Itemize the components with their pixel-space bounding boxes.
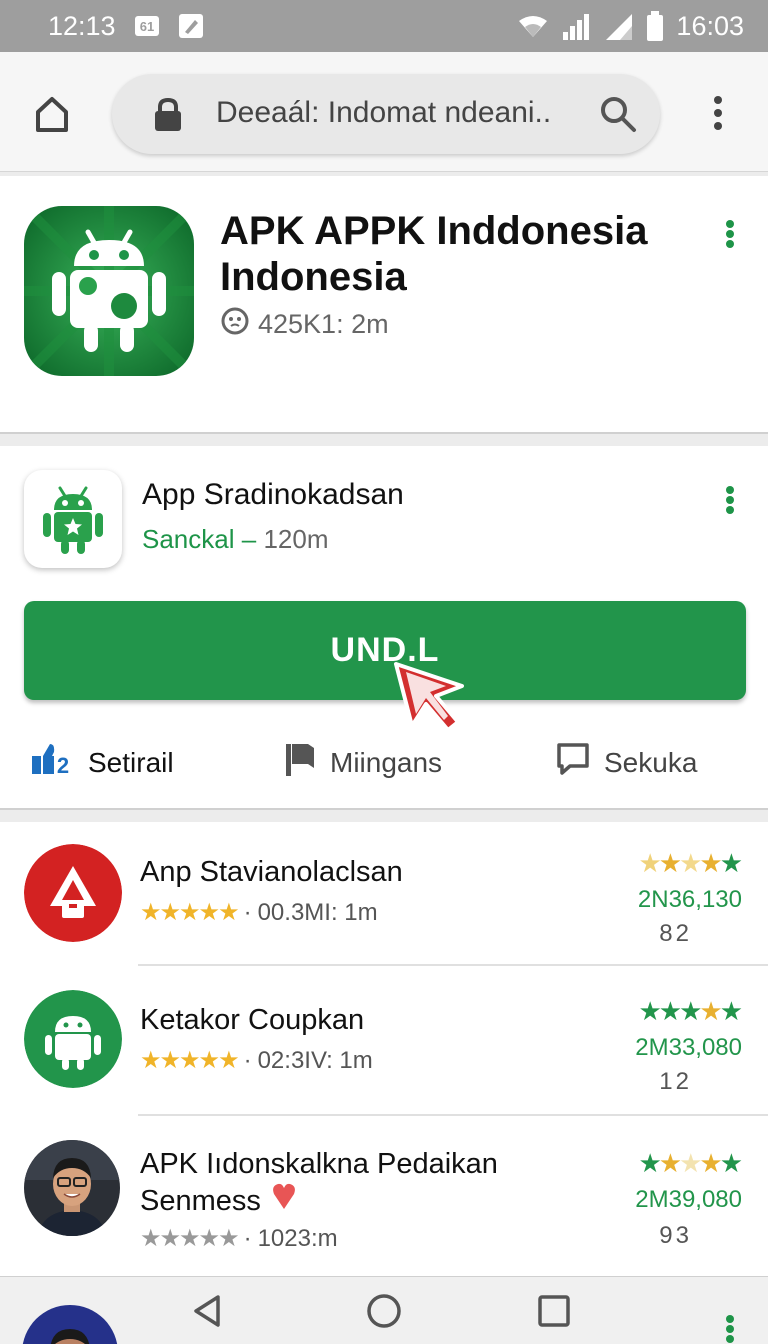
notification-badge-text: 61 <box>139 19 153 34</box>
hero-meta: 425K1: 2m <box>220 306 389 343</box>
action-label: Setirail <box>88 746 174 778</box>
rating-stars: ★★★★★ <box>140 1047 240 1074</box>
clock-icon <box>220 306 250 343</box>
app-list-icon <box>24 990 122 1088</box>
status-time-right: 16:03 <box>676 10 744 41</box>
list-item-subtitle: Senmess <box>140 1182 297 1219</box>
action-label: Miingans <box>330 746 443 778</box>
search-icon[interactable] <box>598 94 638 134</box>
action-sekuka[interactable]: Sekuka <box>556 742 697 783</box>
list-item-title: Anp Stavianolaclsan <box>140 856 403 888</box>
install-button[interactable]: UND.L <box>24 601 746 700</box>
rating-count: 93 <box>659 1222 692 1249</box>
status-bar: 12:13 61 16:03 <box>0 0 768 52</box>
android-app-icon <box>24 206 194 376</box>
action-miingans[interactable]: Miingans <box>284 742 442 783</box>
rating-stars-right: ★★★★★ <box>638 1148 743 1178</box>
app-detail-card: App Sradinokadsan Sanckal – 120m UND.L 2… <box>0 446 768 810</box>
app-icon <box>24 470 122 568</box>
app-actions: 2 Setirail Miingans Sekuka <box>0 742 768 782</box>
rating-stars-right: ★★★★★ <box>638 848 743 878</box>
rating-count: 12 <box>659 1068 692 1095</box>
action-label: Sekuka <box>604 746 698 778</box>
rating-stars: ★★★★★ <box>140 1225 240 1252</box>
rating-count: 82 <box>659 920 692 947</box>
hero-menu-icon[interactable] <box>724 220 736 248</box>
app-list: Anp Stavianolaclsan ★★★★★ · 00.3MI: 1m ★… <box>0 822 768 1276</box>
list-item-meta: ★★★★★ · 1023:m <box>140 1224 338 1253</box>
wifi-icon <box>516 13 550 39</box>
system-nav-bar <box>0 1276 768 1344</box>
meta-dot: · <box>243 898 252 926</box>
divider <box>138 964 768 966</box>
list-item-meta-text: 00.3MI: 1m <box>257 898 378 926</box>
browser-toolbar: Deeaál: Indomat ndeani.. <box>0 52 768 172</box>
battery-icon <box>646 11 664 41</box>
page-title: APK APPK Inddonesia Indonesia <box>220 209 648 299</box>
rating-stars-right: ★★★★★ <box>638 996 743 1026</box>
browser-menu-icon[interactable] <box>712 96 724 130</box>
list-item-title: APK Iıdonskalkna Pedaikan <box>140 1148 498 1180</box>
person-avatar <box>24 1140 120 1236</box>
download-count: 2M39,080 <box>635 1186 742 1213</box>
edit-icon <box>178 13 204 39</box>
comment-icon <box>556 742 590 783</box>
thumbs-up-icon: 2 <box>30 742 74 783</box>
hero-meta-text: 425K1: 2m <box>258 309 389 339</box>
download-count: 2M33,080 <box>635 1034 742 1061</box>
meta-dot: · <box>243 1046 252 1074</box>
app-sub-dash: – <box>241 524 257 554</box>
list-item-subtitle-text: Senmess <box>140 1184 261 1217</box>
app-subtitle: Sanckal – 120m <box>142 524 328 555</box>
meta-dot: · <box>243 1224 252 1252</box>
list-item[interactable]: APK Iıdonskalkna Pedaikan Senmess ★★★★★ … <box>0 1120 768 1276</box>
list-item-meta-text: 1023:m <box>257 1224 338 1252</box>
app-menu-icon[interactable] <box>724 486 736 514</box>
back-icon[interactable] <box>188 1291 228 1331</box>
rating-stars: ★★★★★ <box>140 899 240 926</box>
svg-text:2: 2 <box>57 753 69 776</box>
home-circle-icon[interactable] <box>364 1291 404 1331</box>
app-size: 120m <box>263 524 329 554</box>
url-text: Deeaál: Indomat ndeani.. <box>216 96 552 129</box>
signal-icon-2 <box>604 12 634 40</box>
recents-icon[interactable] <box>534 1291 574 1331</box>
app-list-icon <box>24 844 122 942</box>
app-category[interactable]: Sanckal <box>142 524 235 554</box>
hero-card: APK APPK Inddonesia Indonesia 425K1: 2m <box>0 176 768 434</box>
heart-icon <box>271 1182 297 1219</box>
list-item[interactable]: Anp Stavianolaclsan ★★★★★ · 00.3MI: 1m ★… <box>0 822 768 970</box>
lock-icon <box>152 97 184 132</box>
divider <box>138 1114 768 1116</box>
signal-icon <box>562 12 592 40</box>
status-time-left: 12:13 <box>48 10 116 41</box>
home-icon[interactable] <box>30 92 74 136</box>
list-item[interactable]: Ketakor Coupkan ★★★★★ · 02:3IV: 1m ★★★★★… <box>0 970 768 1118</box>
list-item-meta-text: 02:3IV: 1m <box>257 1046 373 1074</box>
user-avatar[interactable] <box>22 1305 118 1344</box>
action-setirail[interactable]: 2 Setirail <box>30 742 174 783</box>
address-bar[interactable]: Deeaál: Indomat ndeani.. <box>112 74 660 154</box>
list-item-meta: ★★★★★ · 02:3IV: 1m <box>140 1046 373 1075</box>
download-count: 2N36,130 <box>637 886 742 913</box>
cursor-pointer-icon <box>390 648 470 732</box>
flag-icon <box>284 742 316 783</box>
nav-menu-icon[interactable] <box>724 1315 736 1343</box>
app-name: App Sradinokadsan <box>142 478 404 511</box>
list-item-title: Ketakor Coupkan <box>140 1004 365 1036</box>
notification-icon: 61 <box>134 14 160 38</box>
list-item-meta: ★★★★★ · 00.3MI: 1m <box>140 898 378 927</box>
